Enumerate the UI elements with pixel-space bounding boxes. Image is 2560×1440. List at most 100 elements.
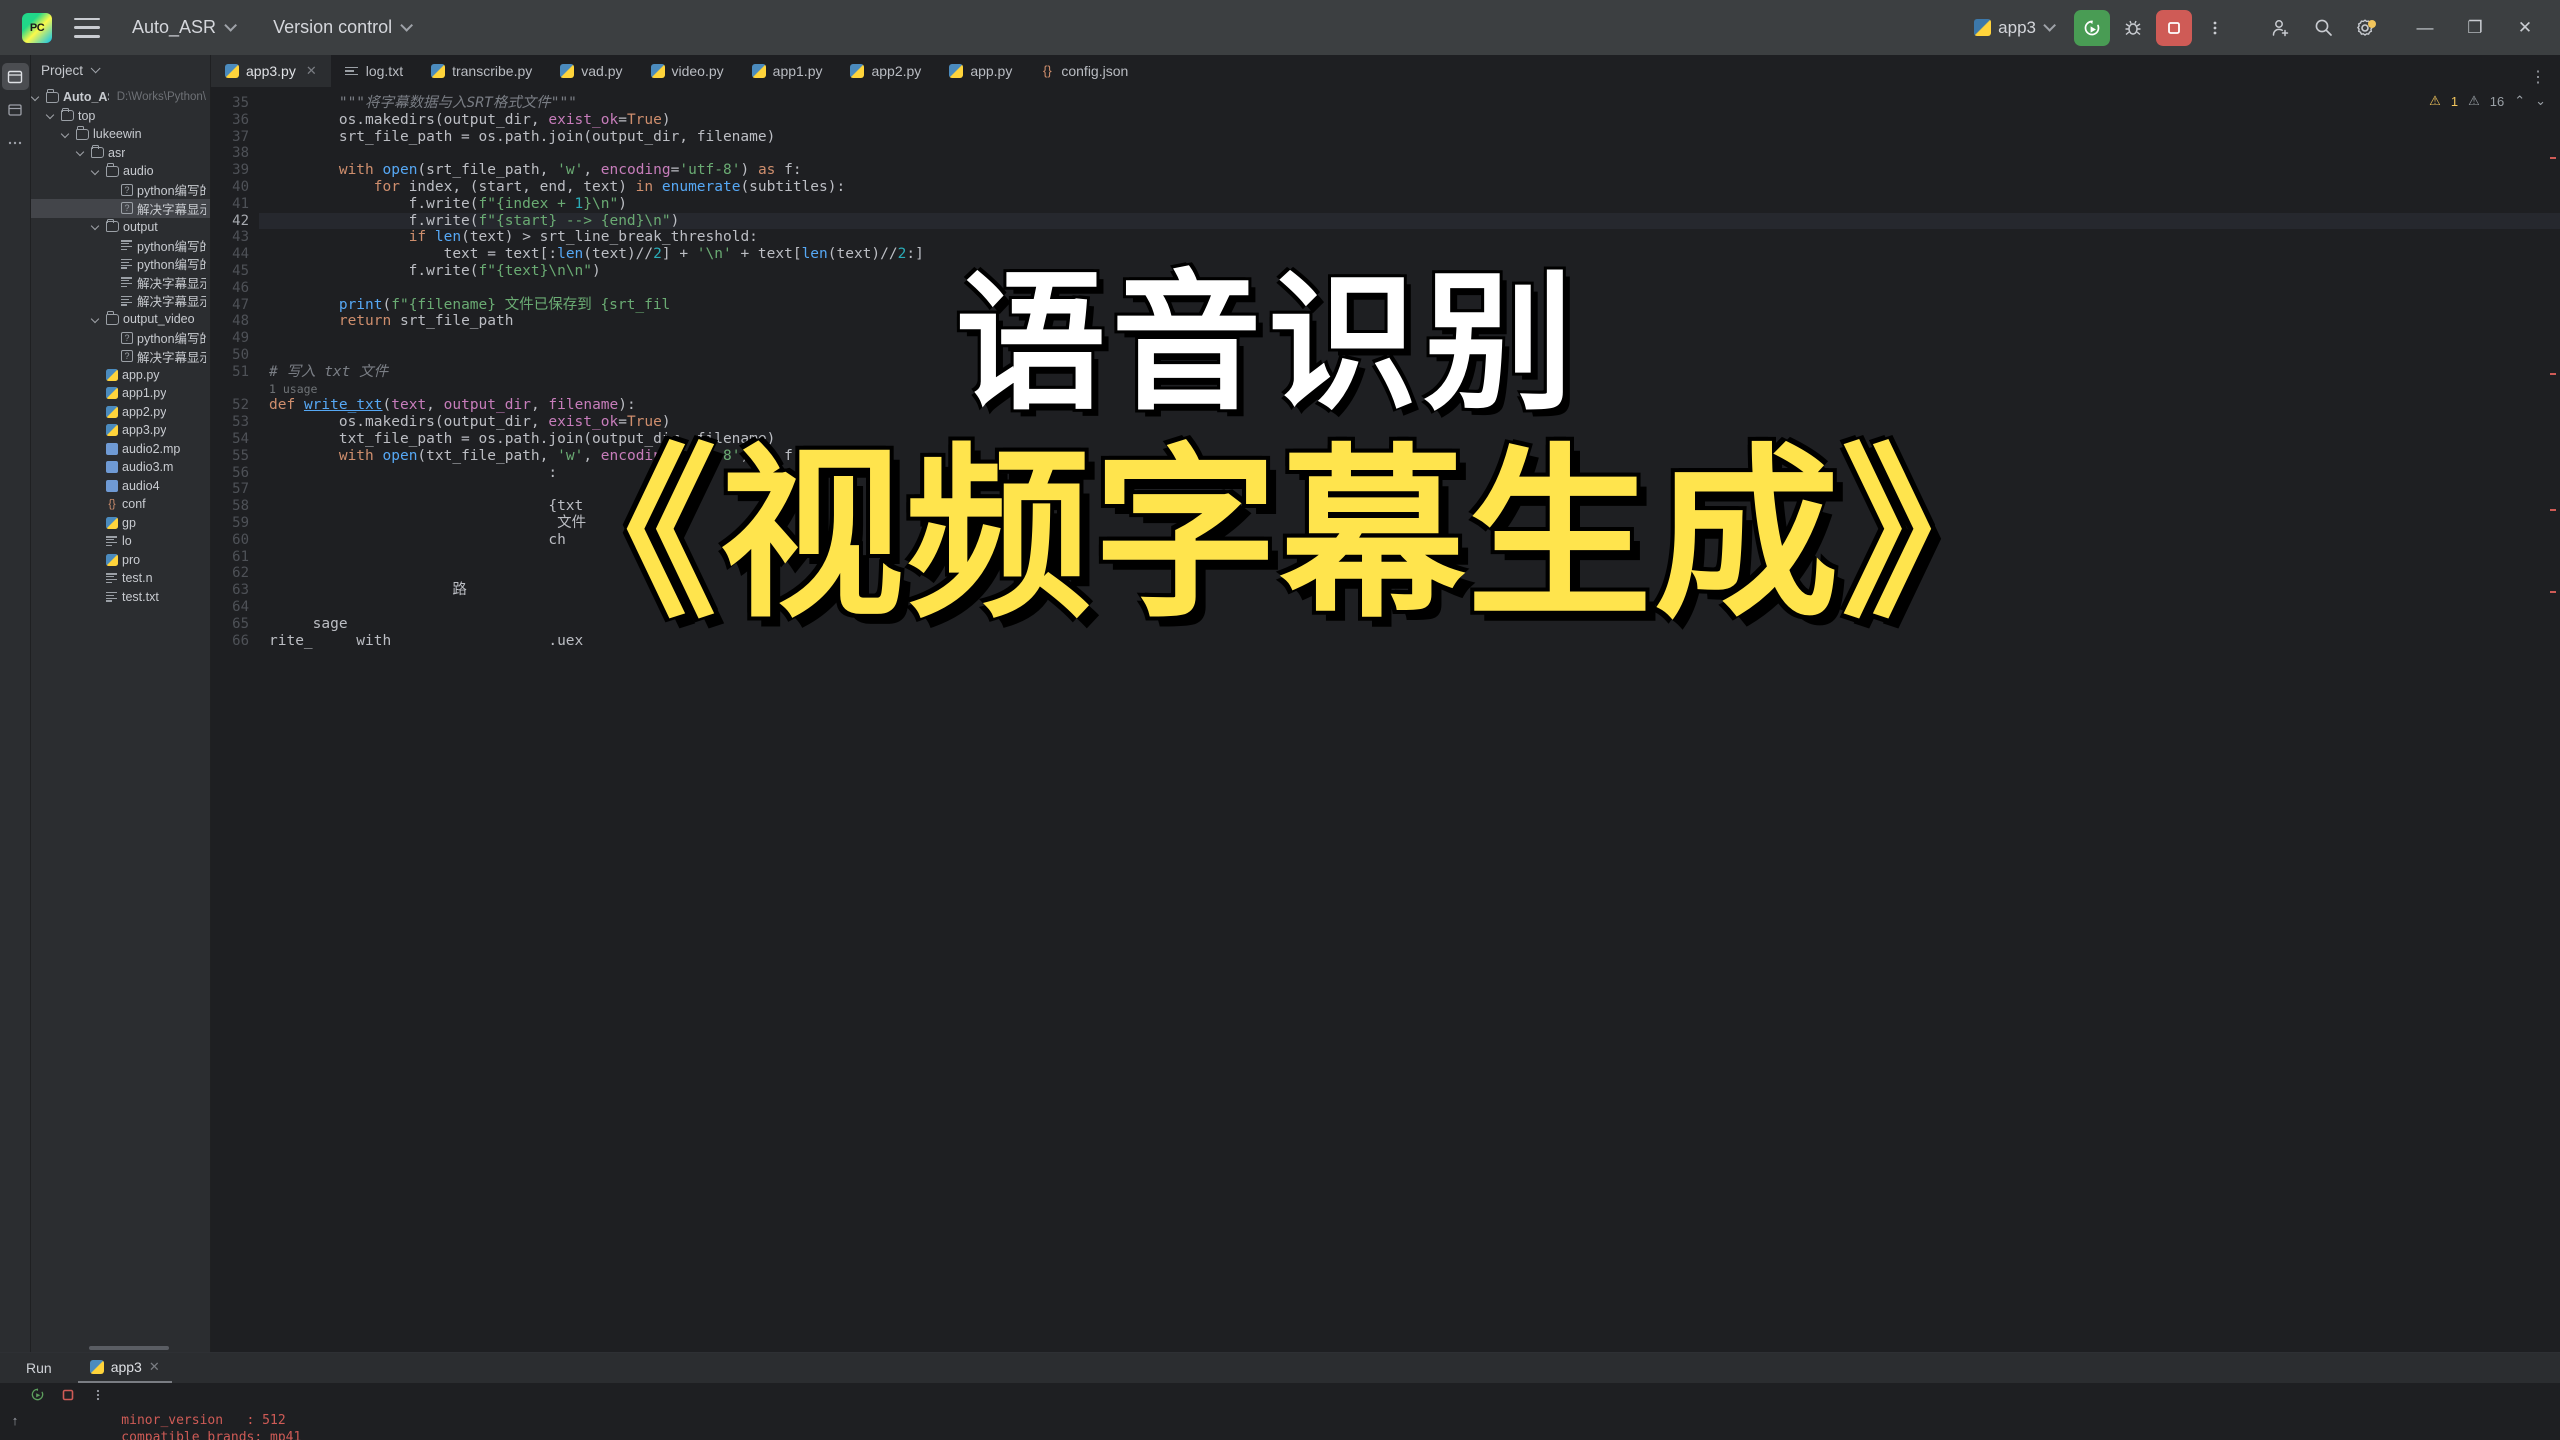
- sidebar-item-more-tools[interactable]: [2, 129, 29, 156]
- share-account-button[interactable]: [2262, 9, 2300, 47]
- tree-horizontal-scrollbar[interactable]: [89, 1346, 169, 1350]
- code-line[interactable]: txt_file_path = os.path.join(output_dir,…: [259, 431, 2560, 448]
- code-line[interactable]: with open(srt_file_path, 'w', encoding='…: [259, 162, 2560, 179]
- inspection-widget[interactable]: ⚠ 1 ⚠ 16 ⌃ ⌄: [2429, 93, 2546, 109]
- tree-item[interactable]: test.n: [31, 569, 210, 588]
- sidebar-item-commit[interactable]: [2, 96, 29, 123]
- code-line[interactable]: f.write(f"{index + 1}\n"): [259, 196, 2560, 213]
- close-window-button[interactable]: ✕: [2502, 9, 2548, 47]
- tree-item[interactable]: {} conf: [31, 495, 210, 514]
- code-line[interactable]: f.write(f"{text}\n\n"): [259, 263, 2560, 280]
- chevron-down-icon[interactable]: [76, 147, 87, 158]
- chevron-down-icon[interactable]: [46, 110, 57, 121]
- code-editor[interactable]: 35 36 37 38 39 40 41 42 43 44 45 46 47 48 49 50 51 52 53 5…: [211, 87, 2560, 1352]
- run-configuration-selector[interactable]: app3: [1964, 14, 2062, 42]
- tree-item[interactable]: pro: [31, 551, 210, 570]
- console-output-area[interactable]: ↑ ↓ ? minor_version : 512 compatible_bra…: [0, 1409, 2560, 1440]
- code-line[interactable]: sage: [259, 616, 2560, 633]
- code-line[interactable]: :: [259, 465, 2560, 482]
- close-icon[interactable]: ✕: [306, 63, 317, 79]
- code-line[interactable]: 路: [259, 582, 2560, 599]
- search-everywhere-button[interactable]: [2304, 9, 2342, 47]
- tree-item[interactable]: top: [31, 107, 210, 126]
- editor-tab-app-py[interactable]: app.py: [935, 55, 1026, 87]
- editor-tab-app3-py[interactable]: app3.py ✕: [211, 55, 331, 87]
- editor-tabs[interactable]: app3.py ✕ log.txt transcribe.py vad.py video.…: [211, 55, 2560, 87]
- tree-item[interactable]: 解决字幕显示不: [31, 273, 210, 292]
- chevron-down-icon[interactable]: [91, 314, 102, 325]
- tree-item[interactable]: app.py: [31, 366, 210, 385]
- tree-item[interactable]: audio4: [31, 477, 210, 496]
- chevron-down-icon[interactable]: [91, 166, 102, 177]
- editor-tab-video-py[interactable]: video.py: [637, 55, 738, 87]
- settings-button[interactable]: [2346, 9, 2384, 47]
- tree-item[interactable]: asr: [31, 144, 210, 163]
- code-line[interactable]: [259, 347, 2560, 364]
- debug-button[interactable]: [2114, 9, 2152, 47]
- version-control-menu[interactable]: Version control: [267, 13, 415, 42]
- code-line[interactable]: """将字幕数据与入SRT格式文件""": [259, 95, 2560, 112]
- tree-item[interactable]: ? python编写的: [31, 181, 210, 200]
- project-panel-header[interactable]: Project: [31, 55, 210, 85]
- code-line[interactable]: [259, 330, 2560, 347]
- editor-tab-log-txt[interactable]: log.txt: [331, 55, 417, 87]
- chevron-down-icon[interactable]: ⌄: [2535, 93, 2546, 109]
- editor-tab-app1-py[interactable]: app1.py: [738, 55, 837, 87]
- hamburger-menu-icon[interactable]: [74, 17, 100, 38]
- rerun-icon[interactable]: [30, 1387, 45, 1405]
- run-button[interactable]: [2074, 9, 2110, 46]
- code-line[interactable]: [259, 599, 2560, 616]
- code-line[interactable]: [259, 481, 2560, 498]
- run-tab-app3[interactable]: app3 ✕: [77, 1353, 172, 1383]
- code-text[interactable]: """将字幕数据与入SRT格式文件""" os.makedirs(output_…: [259, 87, 2560, 1352]
- stop-icon[interactable]: [61, 1388, 75, 1405]
- tree-item[interactable]: app1.py: [31, 384, 210, 403]
- sidebar-item-project[interactable]: [1, 63, 29, 90]
- code-line[interactable]: os.makedirs(output_dir, exist_ok=True): [259, 112, 2560, 129]
- code-line[interactable]: [259, 145, 2560, 162]
- code-line[interactable]: # 写入 txt 文件: [259, 364, 2560, 381]
- tree-item[interactable]: Auto_ASR D:\Works\Python\: [31, 88, 210, 107]
- code-line[interactable]: for index, (start, end, text) in enumera…: [259, 179, 2560, 196]
- tree-item[interactable]: output: [31, 218, 210, 237]
- code-line[interactable]: 文件: [259, 515, 2560, 532]
- tree-item[interactable]: ? python编写的: [31, 329, 210, 348]
- chevron-down-icon[interactable]: [91, 221, 102, 232]
- tree-item[interactable]: audio: [31, 162, 210, 181]
- tree-item[interactable]: output_video: [31, 310, 210, 329]
- more-vertical-icon[interactable]: [91, 1388, 105, 1405]
- tree-item[interactable]: audio2.mp: [31, 440, 210, 459]
- code-line[interactable]: os.makedirs(output_dir, exist_ok=True): [259, 414, 2560, 431]
- tree-item[interactable]: app3.py: [31, 421, 210, 440]
- code-line[interactable]: f.write(f"{start} --> {end}\n"): [259, 212, 2560, 230]
- code-line[interactable]: rite_ with .uex: [259, 633, 2560, 650]
- editor-tab-transcribe-py[interactable]: transcribe.py: [417, 55, 546, 87]
- code-line[interactable]: ch: [259, 532, 2560, 549]
- stop-button[interactable]: [2156, 9, 2192, 46]
- tree-item[interactable]: app2.py: [31, 403, 210, 422]
- code-line[interactable]: def write_txt(text, output_dir, filename…: [259, 397, 2560, 414]
- more-actions-button[interactable]: [2196, 9, 2234, 47]
- project-tree[interactable]: Auto_ASR D:\Works\Python\ top lukeewin asr au…: [31, 85, 210, 1352]
- tree-item[interactable]: 解决字幕显示不: [31, 292, 210, 311]
- code-line[interactable]: with open(txt_file_path, 'w', encoding='…: [259, 448, 2560, 465]
- code-line[interactable]: if len(text) > srt_line_break_threshold:: [259, 229, 2560, 246]
- tree-item[interactable]: audio3.m: [31, 458, 210, 477]
- scroll-up-icon[interactable]: ↑: [12, 1413, 19, 1428]
- code-line[interactable]: return srt_file_path: [259, 313, 2560, 330]
- code-line[interactable]: text = text[:len(text)//2] + '\n' + text…: [259, 246, 2560, 263]
- minimize-window-button[interactable]: —: [2402, 9, 2448, 47]
- editor-tab-vad-py[interactable]: vad.py: [546, 55, 636, 87]
- tree-item[interactable]: python编写的: [31, 236, 210, 255]
- code-line[interactable]: srt_file_path = os.path.join(output_dir,…: [259, 129, 2560, 146]
- editor-tab-config-json[interactable]: {} config.json: [1026, 55, 1142, 87]
- tree-item[interactable]: test.txt: [31, 588, 210, 607]
- close-icon[interactable]: ✕: [149, 1359, 160, 1375]
- tree-item[interactable]: python编写的: [31, 255, 210, 274]
- editor-tabs-more-icon[interactable]: ⋮: [2516, 67, 2560, 87]
- code-line[interactable]: print(f"{filename} 文件已保存到 {srt_fil: [259, 297, 2560, 314]
- chevron-up-icon[interactable]: ⌃: [2514, 93, 2525, 109]
- editor-tab-app2-py[interactable]: app2.py: [836, 55, 935, 87]
- code-line[interactable]: [259, 549, 2560, 566]
- tree-item[interactable]: gp: [31, 514, 210, 533]
